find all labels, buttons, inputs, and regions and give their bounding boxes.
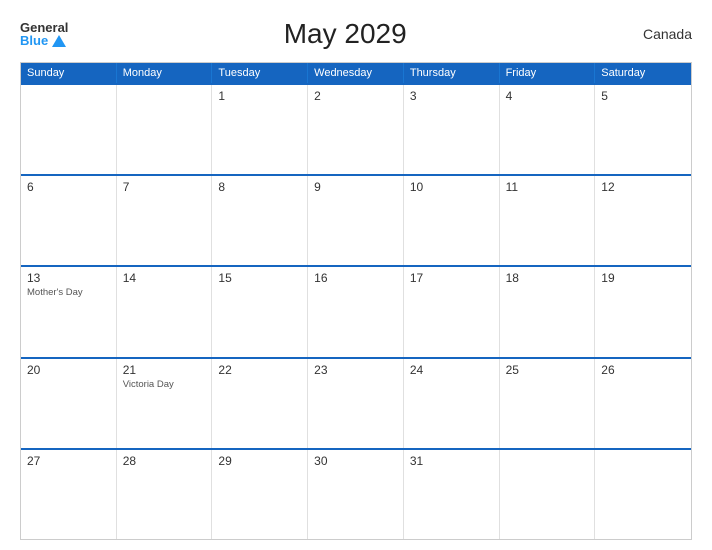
day-number: 20	[27, 363, 110, 377]
day-number: 3	[410, 89, 493, 103]
calendar-body: 12345678910111213Mother's Day14151617181…	[21, 83, 691, 539]
day-number: 17	[410, 271, 493, 285]
header-wednesday: Wednesday	[308, 63, 404, 83]
cal-cell: 28	[117, 450, 213, 539]
cal-cell: 15	[212, 267, 308, 356]
calendar-week-4: 20 21 Victoria Day 22 23 24 25 26	[21, 357, 691, 448]
cal-cell: 7	[117, 176, 213, 265]
cal-cell: 6	[21, 176, 117, 265]
day-number: 18	[506, 271, 589, 285]
header-monday: Monday	[117, 63, 213, 83]
cal-cell: 10	[404, 176, 500, 265]
cal-cell: 26	[595, 359, 691, 448]
cal-cell	[117, 85, 213, 174]
day-number: 25	[506, 363, 589, 377]
cal-cell: 29	[212, 450, 308, 539]
logo: General Blue	[20, 21, 68, 47]
cal-cell: 16	[308, 267, 404, 356]
cal-cell	[595, 450, 691, 539]
calendar-week-1: 12345	[21, 83, 691, 174]
logo-blue-text: Blue	[20, 34, 68, 47]
cal-cell: 3	[404, 85, 500, 174]
cal-cell	[21, 85, 117, 174]
cal-cell: 1	[212, 85, 308, 174]
day-number: 2	[314, 89, 397, 103]
cal-cell: 18	[500, 267, 596, 356]
day-number: 7	[123, 180, 206, 194]
cal-cell: 2	[308, 85, 404, 174]
country-label: Canada	[622, 26, 692, 42]
cal-cell: 17	[404, 267, 500, 356]
cal-cell: 5	[595, 85, 691, 174]
day-number: 8	[218, 180, 301, 194]
calendar-title: May 2029	[68, 18, 622, 50]
header-tuesday: Tuesday	[212, 63, 308, 83]
day-number: 23	[314, 363, 397, 377]
cal-cell: 14	[117, 267, 213, 356]
day-number: 26	[601, 363, 685, 377]
day-number: 1	[218, 89, 301, 103]
day-number: 29	[218, 454, 301, 468]
cal-cell: 8	[212, 176, 308, 265]
cal-cell: 24	[404, 359, 500, 448]
header-saturday: Saturday	[595, 63, 691, 83]
day-number: 9	[314, 180, 397, 194]
cal-cell: 13 Mother's Day	[21, 267, 117, 356]
calendar-week-2: 6789 10 11 12	[21, 174, 691, 265]
header: General Blue May 2029 Canada	[20, 18, 692, 50]
cal-cell: 31	[404, 450, 500, 539]
cal-cell: 30	[308, 450, 404, 539]
day-number: 5	[601, 89, 685, 103]
cal-cell: 11	[500, 176, 596, 265]
header-friday: Friday	[500, 63, 596, 83]
calendar-week-3: 13 Mother's Day 14 15 16 17 18 19	[21, 265, 691, 356]
holiday-label: Mother's Day	[27, 287, 110, 298]
day-number: 22	[218, 363, 301, 377]
cal-cell: 21 Victoria Day	[117, 359, 213, 448]
calendar-grid: Sunday Monday Tuesday Wednesday Thursday…	[20, 62, 692, 540]
day-number: 12	[601, 180, 685, 194]
day-number: 6	[27, 180, 110, 194]
holiday-label: Victoria Day	[123, 379, 206, 390]
day-number: 13	[27, 271, 110, 285]
cal-cell: 19	[595, 267, 691, 356]
day-number: 15	[218, 271, 301, 285]
cal-cell: 27	[21, 450, 117, 539]
day-number: 11	[506, 180, 589, 194]
calendar-header: Sunday Monday Tuesday Wednesday Thursday…	[21, 63, 691, 83]
day-number: 27	[27, 454, 110, 468]
day-number: 4	[506, 89, 589, 103]
cal-cell: 4	[500, 85, 596, 174]
day-number: 10	[410, 180, 493, 194]
cal-cell: 25	[500, 359, 596, 448]
cal-cell: 22	[212, 359, 308, 448]
day-number: 19	[601, 271, 685, 285]
day-number: 21	[123, 363, 206, 377]
cal-cell	[500, 450, 596, 539]
day-number: 24	[410, 363, 493, 377]
calendar-page: General Blue May 2029 Canada Sunday Mond…	[0, 0, 712, 550]
cal-cell: 9	[308, 176, 404, 265]
day-number: 30	[314, 454, 397, 468]
header-thursday: Thursday	[404, 63, 500, 83]
calendar-week-5: 27 28 29 30 31	[21, 448, 691, 539]
cal-cell: 20	[21, 359, 117, 448]
cal-cell: 23	[308, 359, 404, 448]
day-number: 16	[314, 271, 397, 285]
day-number: 28	[123, 454, 206, 468]
logo-triangle-icon	[52, 35, 66, 47]
header-sunday: Sunday	[21, 63, 117, 83]
cal-cell: 12	[595, 176, 691, 265]
day-number: 31	[410, 454, 493, 468]
day-number: 14	[123, 271, 206, 285]
